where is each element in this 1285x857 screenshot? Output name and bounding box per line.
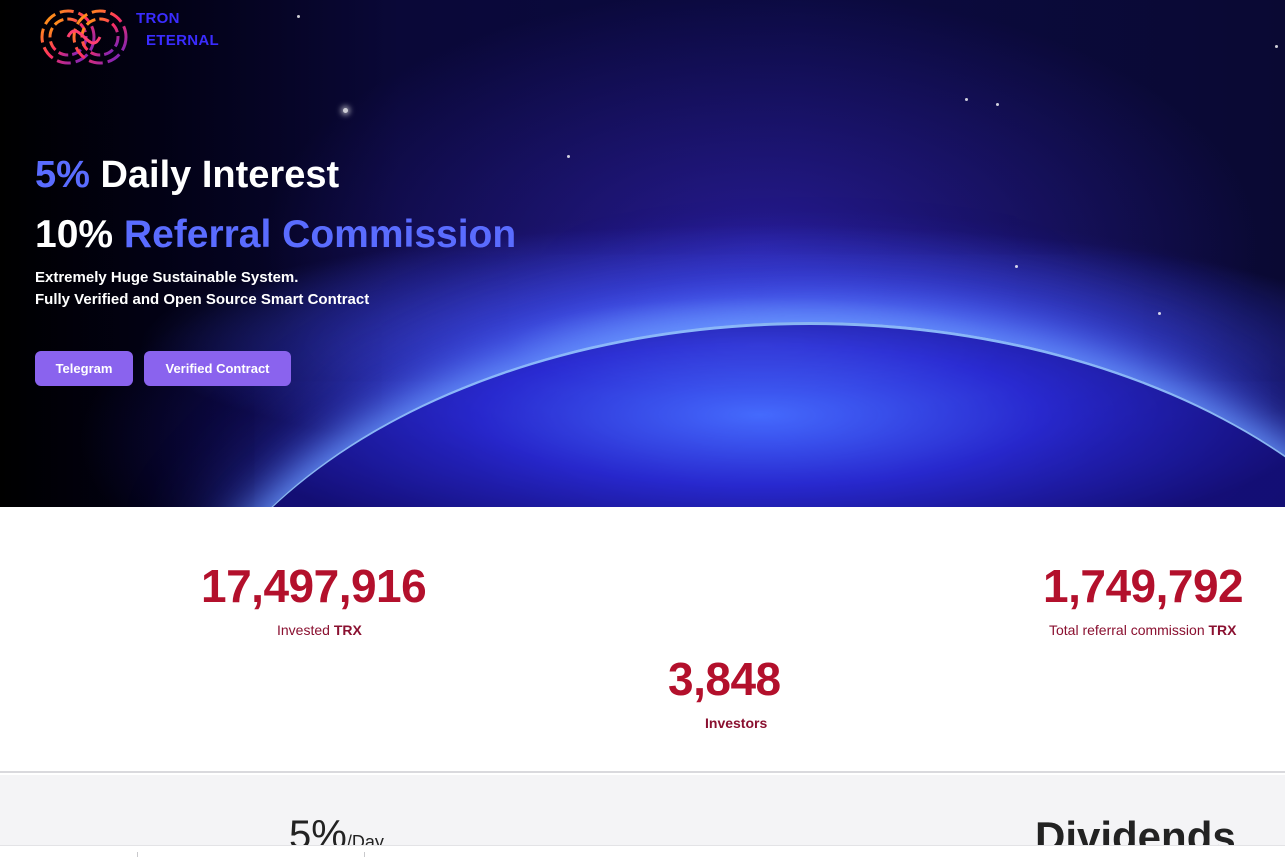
headline-referral-commission: 10% Referral Commission: [35, 213, 516, 257]
hero-subline-1: Extremely Huge Sustainable System.: [35, 269, 299, 286]
telegram-button[interactable]: Telegram: [35, 351, 133, 386]
brand-line1: TRON: [136, 10, 180, 27]
headline-daily-interest-accent: 5%: [35, 154, 90, 196]
invested-value: 17,497,916: [201, 560, 427, 612]
stats-section: 17,497,916 Invested TRX 1,749,792 Total …: [0, 507, 1285, 773]
star-decoration: [996, 103, 999, 106]
referral-commission-unit: TRX: [1208, 622, 1237, 638]
star-decoration: [297, 15, 300, 18]
invested-label: Invested TRX: [277, 622, 362, 638]
referral-commission-value: 1,749,792: [1043, 560, 1244, 612]
invested-unit: TRX: [333, 622, 362, 638]
brand-name: TRON ETERNAL: [136, 8, 219, 52]
headline-referral-lead: 10%: [35, 213, 124, 256]
brand-line2: ETERNAL: [146, 32, 219, 49]
invested-label-text: Invested: [277, 622, 334, 638]
investors-value: 3,848: [668, 653, 781, 705]
investors-label: Investors: [705, 715, 768, 731]
star-decoration: [343, 108, 348, 113]
tron-eternal-logo-icon: [40, 9, 128, 65]
referral-commission-label: Total referral commission TRX: [1049, 622, 1237, 638]
star-decoration: [1015, 265, 1018, 268]
hero-subline-2: Fully Verified and Open Source Smart Con…: [35, 291, 370, 308]
headline-daily-interest-text: Daily Interest: [89, 154, 340, 196]
headline-referral-accent: Referral Commission: [123, 213, 517, 256]
earth-horizon-image: [160, 322, 1285, 507]
headline-daily-interest: 5% Daily Interest: [35, 154, 339, 197]
star-decoration: [1158, 312, 1161, 315]
hero-banner: TRON ETERNAL 5% Daily Interest 10% Refer…: [0, 0, 1285, 507]
brand-logo[interactable]: TRON ETERNAL: [38, 6, 238, 70]
referral-commission-label-text: Total referral commission: [1049, 622, 1209, 638]
star-decoration: [567, 155, 570, 158]
bottom-strip: [0, 845, 1285, 857]
star-decoration: [965, 98, 968, 101]
divider-tick: [364, 852, 365, 857]
divider-tick: [137, 852, 138, 857]
verified-contract-button[interactable]: Verified Contract: [144, 351, 291, 386]
star-decoration: [1275, 45, 1278, 48]
